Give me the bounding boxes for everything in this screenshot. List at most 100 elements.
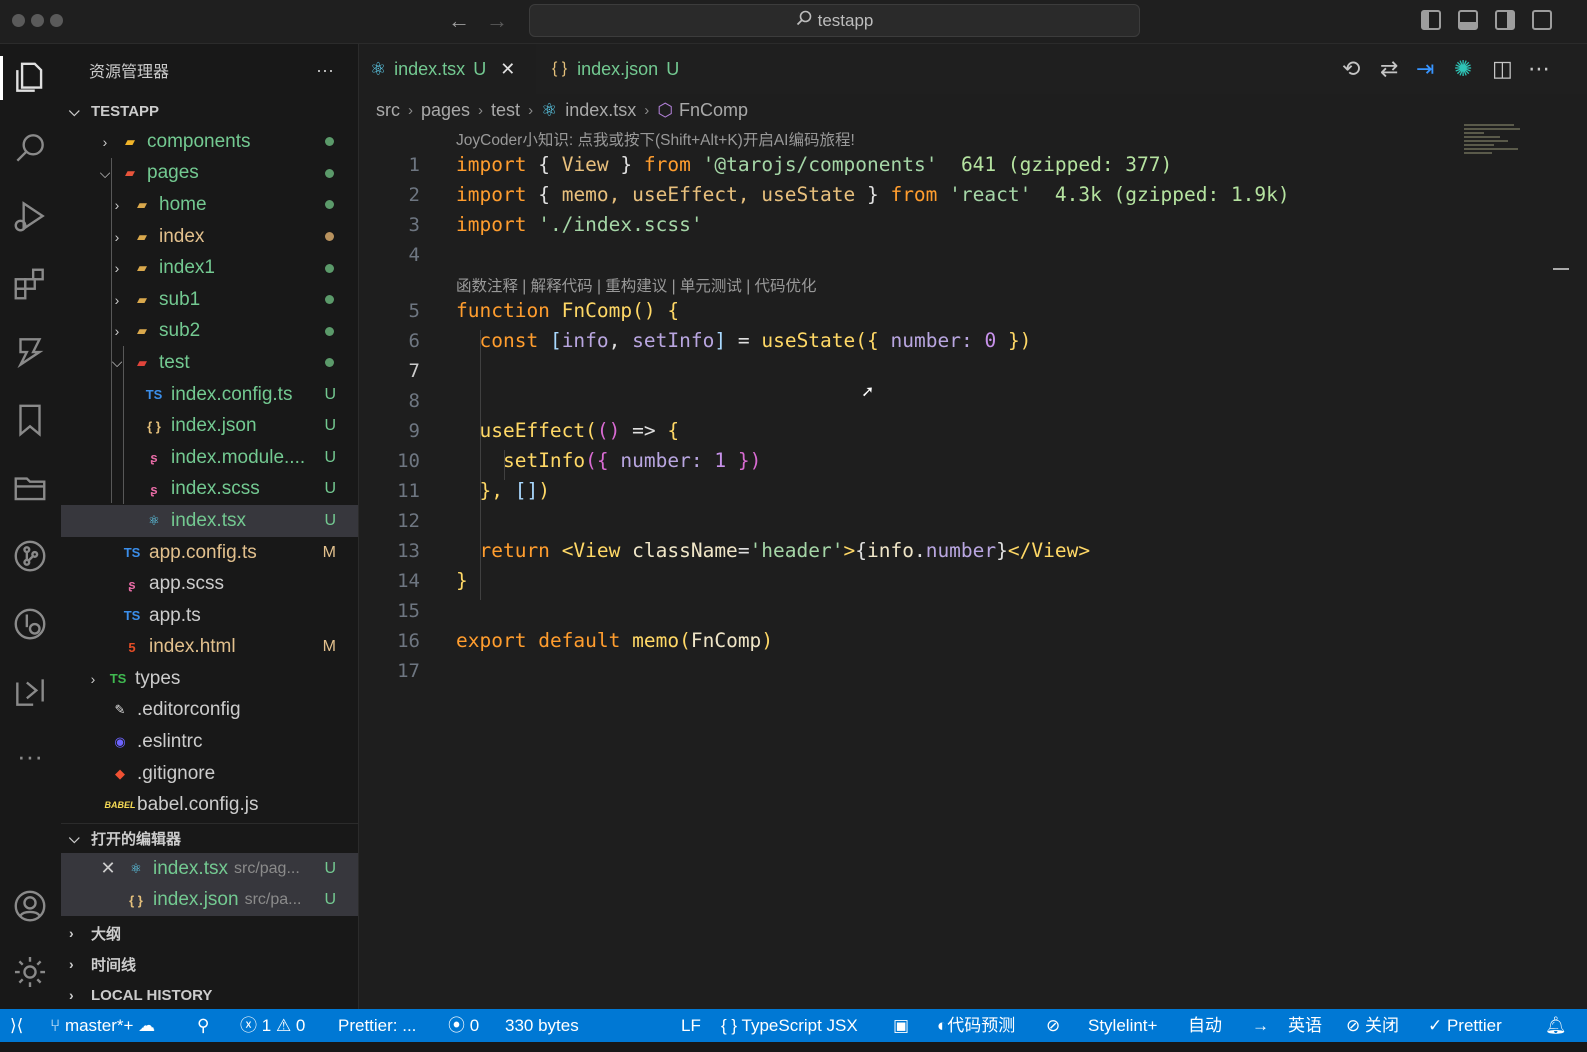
- remote-explorer-icon[interactable]: [8, 670, 52, 714]
- copilot-disabled-icon[interactable]: ⊘: [1046, 1009, 1060, 1042]
- timeline-header[interactable]: › 时间线: [61, 949, 358, 980]
- chevron-right-icon: ›: [102, 133, 108, 150]
- remote-indicator-icon[interactable]: ⟩⟨: [10, 1009, 23, 1042]
- terminal-icon[interactable]: ▣: [893, 1009, 909, 1042]
- breadcrumb-src[interactable]: src: [376, 100, 400, 121]
- explorer-title: 资源管理器: [89, 64, 170, 81]
- open-editors-header[interactable]: ⌵ 打开的编辑器: [61, 823, 358, 854]
- tree-file-app-config-ts[interactable]: TS app.config.ts M: [61, 537, 358, 569]
- tree-file-app-scss[interactable]: ʂ app.scss: [61, 568, 358, 600]
- tree-folder-types[interactable]: › TS types: [61, 663, 358, 695]
- minimize-window-button[interactable]: [31, 14, 44, 27]
- line-number: 13: [397, 540, 420, 562]
- open-editor-index-json[interactable]: { } index.json src/pa... U: [61, 884, 358, 917]
- branch-item[interactable]: ⑂ master*+ ☁: [50, 1009, 155, 1042]
- tree-folder-pages[interactable]: ⌵ ▰ pages: [61, 158, 358, 190]
- timeline-history-icon[interactable]: ⟲: [1342, 56, 1360, 82]
- language-item[interactable]: 英语: [1288, 1009, 1322, 1042]
- split-editor-icon[interactable]: ◫: [1492, 56, 1513, 82]
- react-file-icon: ⚛: [148, 512, 160, 528]
- outline-header[interactable]: › 大纲: [61, 918, 358, 949]
- project-manager-icon[interactable]: [8, 466, 52, 510]
- tree-folder-test[interactable]: ⌵ ▰ test: [61, 347, 358, 379]
- project-section-header[interactable]: ⌵ TESTAPP: [61, 96, 358, 126]
- tree-folder-sub1[interactable]: › ▰ sub1: [61, 284, 358, 316]
- close-tab-icon[interactable]: ✕: [500, 59, 515, 80]
- toggle-off-item[interactable]: ⊘ 关闭: [1346, 1009, 1399, 1042]
- back-arrow-icon[interactable]: ←: [448, 8, 470, 34]
- source-control-icon[interactable]: [8, 534, 52, 578]
- toggle-panel-icon[interactable]: [1458, 10, 1478, 30]
- tree-folder-sub2[interactable]: › ▰ sub2: [61, 316, 358, 348]
- tree-file-index-module-scss[interactable]: ʂ index.module.... U: [61, 442, 358, 474]
- breadcrumb-file[interactable]: index.tsx: [565, 100, 636, 121]
- local-history-header[interactable]: › LOCAL HISTORY: [61, 980, 358, 1011]
- tab-index-tsx[interactable]: ⚛ index.tsx U ✕: [360, 44, 536, 94]
- close-icon[interactable]: ✕: [97, 858, 119, 879]
- auto-item[interactable]: 自动: [1188, 1009, 1222, 1042]
- more-views-icon[interactable]: ···: [8, 738, 52, 782]
- run-and-debug-icon[interactable]: [8, 194, 52, 238]
- eol-selector[interactable]: LF: [681, 1009, 701, 1042]
- tree-file-eslintrc[interactable]: ◉ .eslintrc: [61, 726, 358, 758]
- tree-file-index-html[interactable]: 5 index.html M: [61, 632, 358, 664]
- json-file-icon: { }: [129, 892, 143, 908]
- language-mode[interactable]: { } TypeScript JSX: [721, 1009, 858, 1042]
- notifications-bell-icon[interactable]: 🔔︎: [1545, 1009, 1567, 1042]
- tree-file-editorconfig[interactable]: ✎ .editorconfig: [61, 695, 358, 727]
- tree-file-index-scss[interactable]: ʂ index.scss U: [61, 474, 358, 506]
- problems-item[interactable]: ⓧ 1 ⚠ 0: [240, 1009, 305, 1042]
- code-editor[interactable]: JoyCoder小知识: 点我或按下(Shift+Alt+K)开启AI编码旅程!…: [360, 124, 1587, 1009]
- more-actions-icon[interactable]: ···: [316, 60, 334, 81]
- extensions-icon[interactable]: [8, 262, 52, 306]
- search-icon[interactable]: [8, 126, 52, 170]
- joycoder-tip-codelens[interactable]: JoyCoder小知识: 点我或按下(Shift+Alt+K)开启AI编码旅程!: [456, 128, 855, 150]
- tree-folder-home[interactable]: › ▰ home: [61, 189, 358, 221]
- prettier-item[interactable]: ✓ Prettier: [1428, 1009, 1502, 1042]
- tree-file-app-ts[interactable]: TS app.ts: [61, 600, 358, 632]
- tree-folder-index[interactable]: › ▰ index: [61, 221, 358, 253]
- chevron-right-icon: ›: [69, 925, 74, 942]
- forward-arrow-icon[interactable]: →: [486, 8, 508, 34]
- react-file-icon: ⚛: [130, 860, 142, 876]
- breadcrumb-test[interactable]: test: [491, 100, 520, 121]
- function-actions-codelens[interactable]: 函数注释 | 解释代码 | 重构建议 | 单元测试 | 代码优化: [456, 274, 817, 296]
- ai-assistant-icon[interactable]: ✺: [1454, 56, 1472, 82]
- tree-folder-index1[interactable]: › ▰ index1: [61, 252, 358, 284]
- more-actions-icon[interactable]: ⋯: [1528, 56, 1550, 82]
- close-window-button[interactable]: [12, 14, 25, 27]
- account-icon[interactable]: [8, 884, 52, 928]
- tree-file-babel-config-js[interactable]: BABEL babel.config.js: [61, 789, 358, 821]
- git-graph-status-icon[interactable]: ⚲: [197, 1009, 209, 1042]
- status-bar: ⟩⟨ ⑂ master*+ ☁ ⚲ ⓧ 1 ⚠ 0 Prettier: ... …: [0, 1009, 1587, 1042]
- react-file-icon: ⚛: [370, 58, 387, 79]
- file-size: 330 bytes: [505, 1016, 579, 1035]
- breadcrumb-pages[interactable]: pages: [421, 100, 470, 121]
- minimap[interactable]: [1464, 124, 1524, 164]
- ports-item[interactable]: ⦿ 0: [448, 1009, 479, 1042]
- tree-file-gitignore[interactable]: ◆ .gitignore: [61, 758, 358, 790]
- compare-changes-icon[interactable]: ⇄: [1380, 56, 1398, 82]
- tree-file-index-json[interactable]: { } index.json U: [61, 410, 358, 442]
- code-prediction-item[interactable]: ◐代码预测: [937, 1009, 1015, 1042]
- tree-file-index-config-ts[interactable]: TS index.config.ts U: [61, 379, 358, 411]
- stylelint-item[interactable]: Stylelint+: [1088, 1009, 1157, 1042]
- git-graph-icon[interactable]: [8, 602, 52, 646]
- chevron-right-icon: ›: [114, 228, 120, 245]
- tree-file-index-tsx[interactable]: ⚛ index.tsx U: [61, 505, 358, 537]
- open-editor-index-tsx[interactable]: ✕ ⚛ index.tsx src/pag... U: [61, 853, 358, 885]
- breadcrumb-symbol[interactable]: FnComp: [679, 100, 748, 121]
- tab-index-json[interactable]: { } index.json U: [542, 44, 712, 94]
- explorer-icon[interactable]: [8, 56, 52, 100]
- prettier-status-short[interactable]: Prettier: ...: [338, 1009, 416, 1042]
- customize-layout-icon[interactable]: [1532, 10, 1552, 30]
- bookmark-icon[interactable]: [8, 398, 52, 442]
- toggle-secondary-sidebar-icon[interactable]: [1495, 10, 1515, 30]
- maximize-window-button[interactable]: [50, 14, 63, 27]
- command-center-search[interactable]: testapp: [529, 4, 1140, 37]
- settings-gear-icon[interactable]: [8, 950, 52, 994]
- toggle-primary-sidebar-icon[interactable]: [1421, 10, 1441, 30]
- open-changes-icon[interactable]: ⇥: [1416, 56, 1434, 82]
- tree-folder-components[interactable]: › ▰ components: [61, 126, 358, 158]
- joycoder-icon[interactable]: [8, 330, 52, 374]
